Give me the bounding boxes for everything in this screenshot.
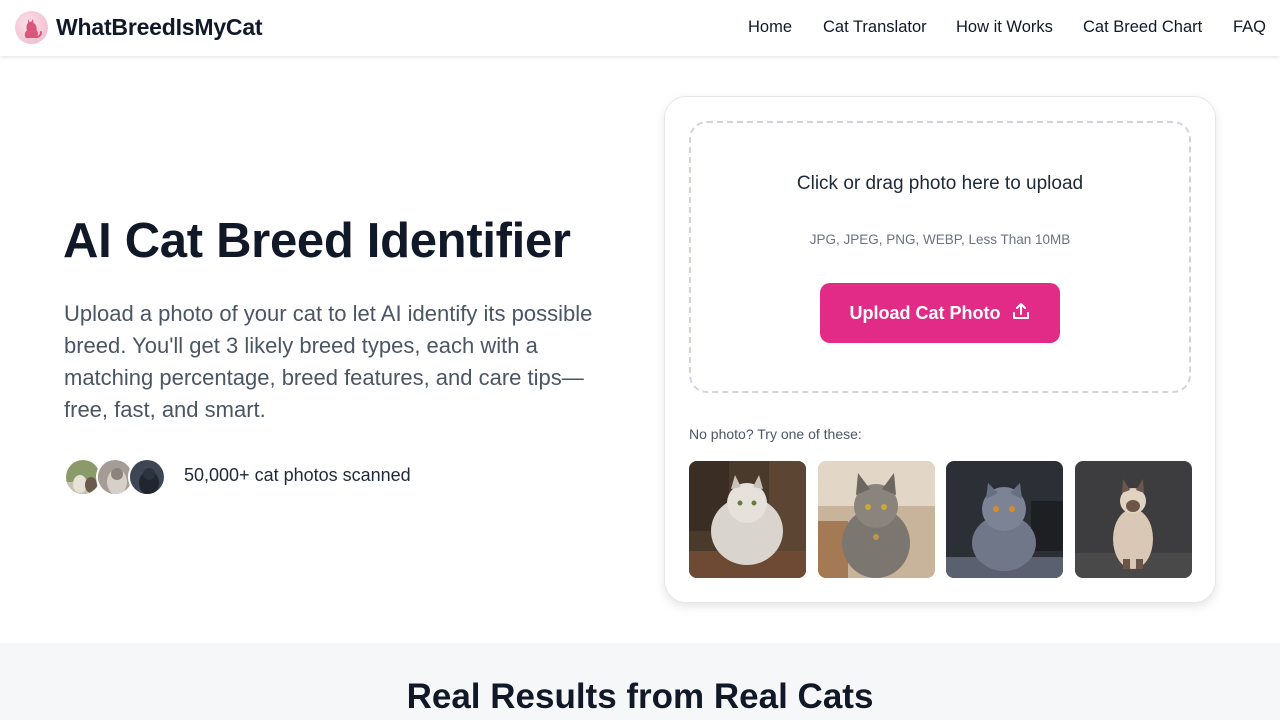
dropzone-hint: JPG, JPEG, PNG, WEBP, Less Than 10MB	[809, 232, 1071, 247]
sample-photo-persian[interactable]	[689, 461, 806, 578]
nav-faq[interactable]: FAQ	[1233, 18, 1266, 37]
hero-description: Upload a photo of your cat to let AI ide…	[64, 301, 593, 422]
brand-name[interactable]: WhatBreedIsMyCat	[56, 14, 263, 41]
samples-label: No photo? Try one of these:	[689, 426, 862, 442]
sample-photo-british-shorthair[interactable]	[946, 461, 1063, 578]
page-title: AI Cat Breed Identifier	[63, 214, 571, 268]
scanned-count: 50,000+ cat photos scanned	[184, 465, 411, 485]
upload-cat-photo-button[interactable]: Upload Cat Photo	[820, 283, 1060, 343]
nav-home[interactable]: Home	[748, 18, 792, 37]
nav-cat-breed-chart[interactable]: Cat Breed Chart	[1083, 18, 1202, 37]
sample-photo-siamese[interactable]	[1075, 461, 1192, 578]
upload-icon	[1011, 301, 1031, 326]
avatar	[128, 458, 166, 496]
nav-how-it-works[interactable]: How it Works	[956, 18, 1053, 37]
section-title: Real Results from Real Cats	[406, 677, 874, 716]
cat-logo-icon[interactable]	[15, 11, 48, 44]
upload-dropzone[interactable]	[689, 121, 1191, 393]
dropzone-title: Click or drag photo here to upload	[796, 173, 1084, 194]
sample-photo-maine-coon[interactable]	[818, 461, 935, 578]
site-header: WhatBreedIsMyCat Home Cat Translator How…	[0, 0, 1280, 56]
avatar-group	[64, 458, 170, 496]
nav-cat-translator[interactable]: Cat Translator	[823, 18, 927, 37]
upload-button-label: Upload Cat Photo	[849, 302, 1001, 323]
